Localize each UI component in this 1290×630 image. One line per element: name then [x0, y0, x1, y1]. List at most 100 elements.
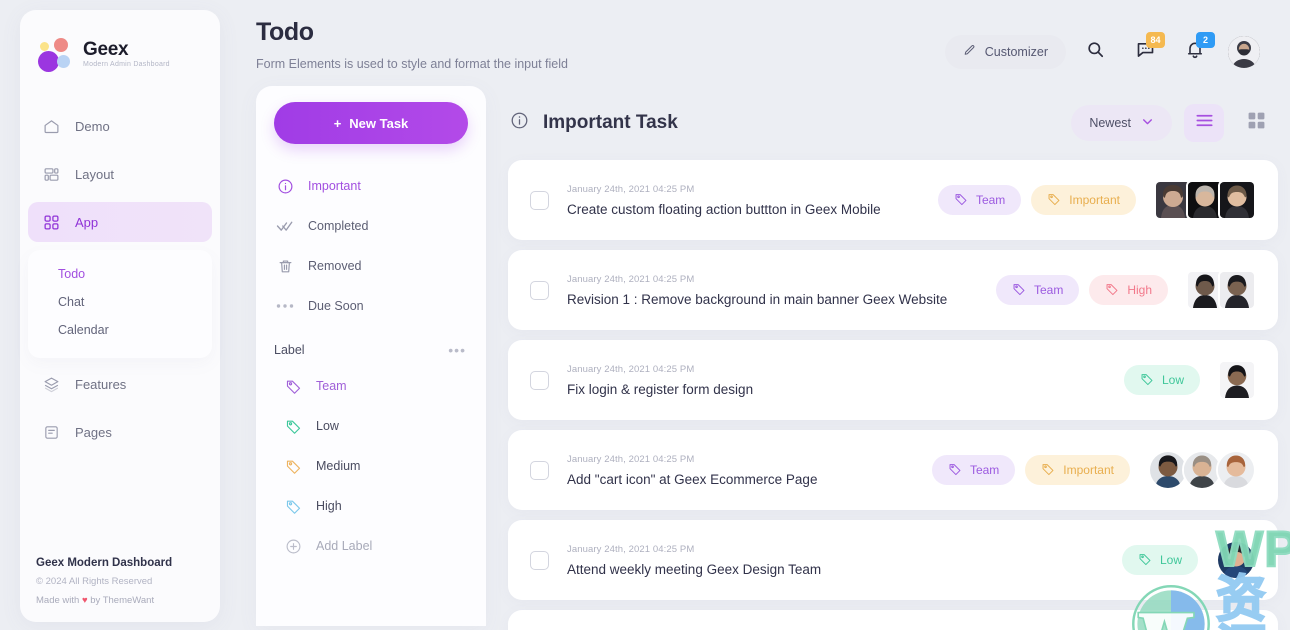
sidebar-card: Geex Modern Admin Dashboard Demo Layout	[20, 10, 220, 622]
tag-icon	[282, 378, 304, 395]
sidebar-item-demo[interactable]: Demo	[28, 106, 212, 146]
task-meta: Team High	[995, 270, 1256, 310]
view-toggle-list[interactable]	[1184, 104, 1224, 142]
task-meta: Low	[1121, 540, 1256, 580]
task-content: January 24th, 2021 04:25 PM Create custo…	[567, 184, 938, 217]
status-badge[interactable]: Team	[995, 275, 1080, 305]
sidebar-subitem-todo[interactable]: Todo	[28, 260, 212, 288]
status-badge[interactable]: Team	[937, 185, 1022, 215]
avatar[interactable]	[1228, 36, 1260, 68]
search-button[interactable]	[1074, 32, 1116, 72]
sidebar-item-label: Demo	[75, 118, 110, 134]
task-checkbox[interactable]	[530, 370, 549, 390]
plus-circle-icon	[282, 538, 304, 555]
messages-button[interactable]: 84	[1124, 32, 1166, 72]
label-item-low[interactable]: Low	[274, 406, 468, 446]
tag-icon	[948, 462, 962, 479]
label-more-icon[interactable]: •••	[448, 342, 466, 358]
chevron-down-icon	[1141, 115, 1154, 131]
table-row[interactable]: January 24th, 2021 04:25 PM Add "cart ic…	[508, 430, 1278, 510]
label-item-team[interactable]: Team	[274, 366, 468, 406]
status-badge[interactable]: Low	[1123, 365, 1200, 395]
sidebar-footer: Geex Modern Dashboard © 2024 All Rights …	[20, 557, 220, 606]
sidebar-subitem-chat[interactable]: Chat	[28, 288, 212, 316]
task-date: January 24th, 2021 04:25 PM	[567, 183, 695, 195]
status-badge[interactable]: Team	[931, 455, 1016, 485]
page-title: Todo	[256, 18, 314, 46]
table-row[interactable]: January 24th, 2021 04:25 PM Create custo…	[508, 160, 1278, 240]
task-title: Attend weekly meeting Geex Design Team	[567, 561, 822, 577]
avatar	[1218, 270, 1256, 310]
label-item-medium[interactable]: Medium	[274, 446, 468, 486]
add-label-button[interactable]: Add Label	[274, 526, 468, 566]
table-row[interactable]	[508, 610, 1278, 630]
assignee-avatars[interactable]	[1218, 360, 1256, 400]
filter-item-important[interactable]: Important	[274, 166, 468, 206]
task-checkbox[interactable]	[530, 280, 549, 300]
status-badge[interactable]: Important	[1031, 185, 1136, 215]
assignee-avatars[interactable]	[1148, 450, 1256, 490]
task-checkbox[interactable]	[530, 460, 549, 480]
messages-badge: 84	[1146, 32, 1165, 48]
task-meta: Team Important	[937, 180, 1256, 220]
add-label-text: Add Label	[316, 539, 373, 553]
filter-item-removed[interactable]: Removed	[274, 246, 468, 286]
new-task-label: New Task	[349, 115, 409, 131]
task-checkbox[interactable]	[530, 550, 549, 570]
pencil-icon	[963, 44, 976, 60]
view-toggle-grid[interactable]	[1236, 104, 1276, 142]
customizer-button[interactable]: Customizer	[944, 35, 1066, 69]
list-view-icon	[1195, 113, 1214, 133]
sidebar-item-pages[interactable]: Pages	[28, 412, 212, 452]
brand-name: Geex	[83, 38, 129, 60]
new-task-button[interactable]: + New Task	[274, 102, 468, 144]
layers-icon	[42, 375, 61, 394]
label-item-high[interactable]: High	[274, 486, 468, 526]
sidebar-item-features[interactable]: Features	[28, 364, 212, 404]
page-heading: Todo Form Elements is used to style and …	[256, 18, 568, 71]
label-section-title: Label	[274, 343, 305, 357]
sidebar-item-layout[interactable]: Layout	[28, 154, 212, 194]
filter-item-due-soon[interactable]: Due Soon	[274, 286, 468, 326]
status-badge[interactable]: High	[1089, 275, 1168, 305]
sidebar-item-app[interactable]: App	[28, 202, 212, 242]
task-section-title: Important Task	[543, 112, 678, 133]
status-badge[interactable]: Low	[1121, 545, 1198, 575]
sort-dropdown[interactable]: Newest	[1071, 105, 1172, 141]
status-badge[interactable]: Important	[1025, 455, 1130, 485]
made-with-text: Made with	[36, 595, 82, 606]
tag-icon	[282, 458, 304, 475]
double-check-icon	[274, 217, 296, 235]
notifications-badge: 2	[1196, 32, 1215, 48]
geex-logo-icon	[38, 36, 74, 72]
trash-icon	[274, 258, 296, 275]
info-circle-icon	[510, 111, 529, 135]
topbar: Todo Form Elements is used to style and …	[222, 0, 1290, 86]
task-content: January 24th, 2021 04:25 PM Revision 1 :…	[567, 274, 996, 307]
grid-icon	[42, 213, 61, 232]
footer-copyright: © 2024 All Rights Reserved	[36, 576, 153, 587]
assignee-avatars[interactable]	[1154, 180, 1256, 220]
task-date: January 24th, 2021 04:25 PM	[567, 453, 695, 465]
filter-item-completed[interactable]: Completed	[274, 206, 468, 246]
task-checkbox[interactable]	[530, 190, 549, 210]
sort-label: Newest	[1089, 116, 1131, 130]
tag-label: Team	[1033, 283, 1064, 297]
tag-label: Team	[975, 193, 1006, 207]
table-row[interactable]: January 24th, 2021 04:25 PM Attend weekl…	[508, 520, 1278, 600]
tag-label: Low	[1159, 553, 1182, 567]
footer-title: Geex Modern Dashboard	[36, 557, 173, 569]
assignee-avatars[interactable]	[1216, 540, 1256, 580]
tag-icon	[1140, 372, 1154, 389]
task-meta: Team Important	[931, 450, 1256, 490]
table-row[interactable]: January 24th, 2021 04:25 PM Fix login & …	[508, 340, 1278, 420]
layout-icon	[42, 165, 61, 184]
filter-label: Due Soon	[308, 299, 364, 313]
table-row[interactable]: January 24th, 2021 04:25 PM Revision 1 :…	[508, 250, 1278, 330]
task-content: January 24th, 2021 04:25 PM Add "cart ic…	[567, 454, 932, 487]
sidebar-subitem-calendar[interactable]: Calendar	[28, 316, 212, 344]
notifications-button[interactable]: 2	[1174, 32, 1216, 72]
assignee-avatars[interactable]	[1186, 270, 1256, 310]
brand[interactable]: Geex Modern Admin Dashboard	[20, 10, 220, 72]
tag-icon	[282, 498, 304, 515]
